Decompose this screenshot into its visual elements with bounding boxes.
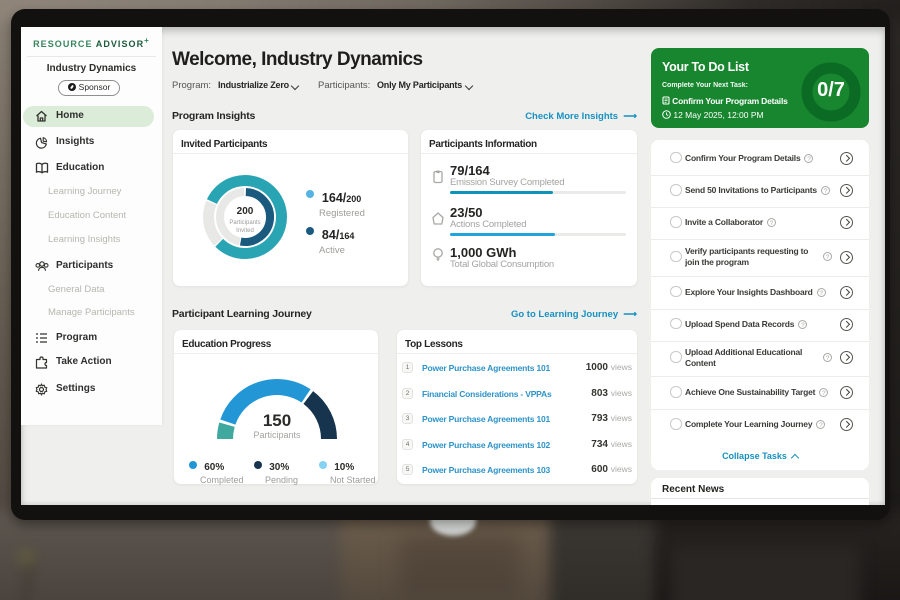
svg-text:Participants: Participants: [229, 220, 260, 226]
svg-text:Invited: Invited: [236, 228, 254, 234]
svg-text:200: 200: [237, 206, 254, 217]
